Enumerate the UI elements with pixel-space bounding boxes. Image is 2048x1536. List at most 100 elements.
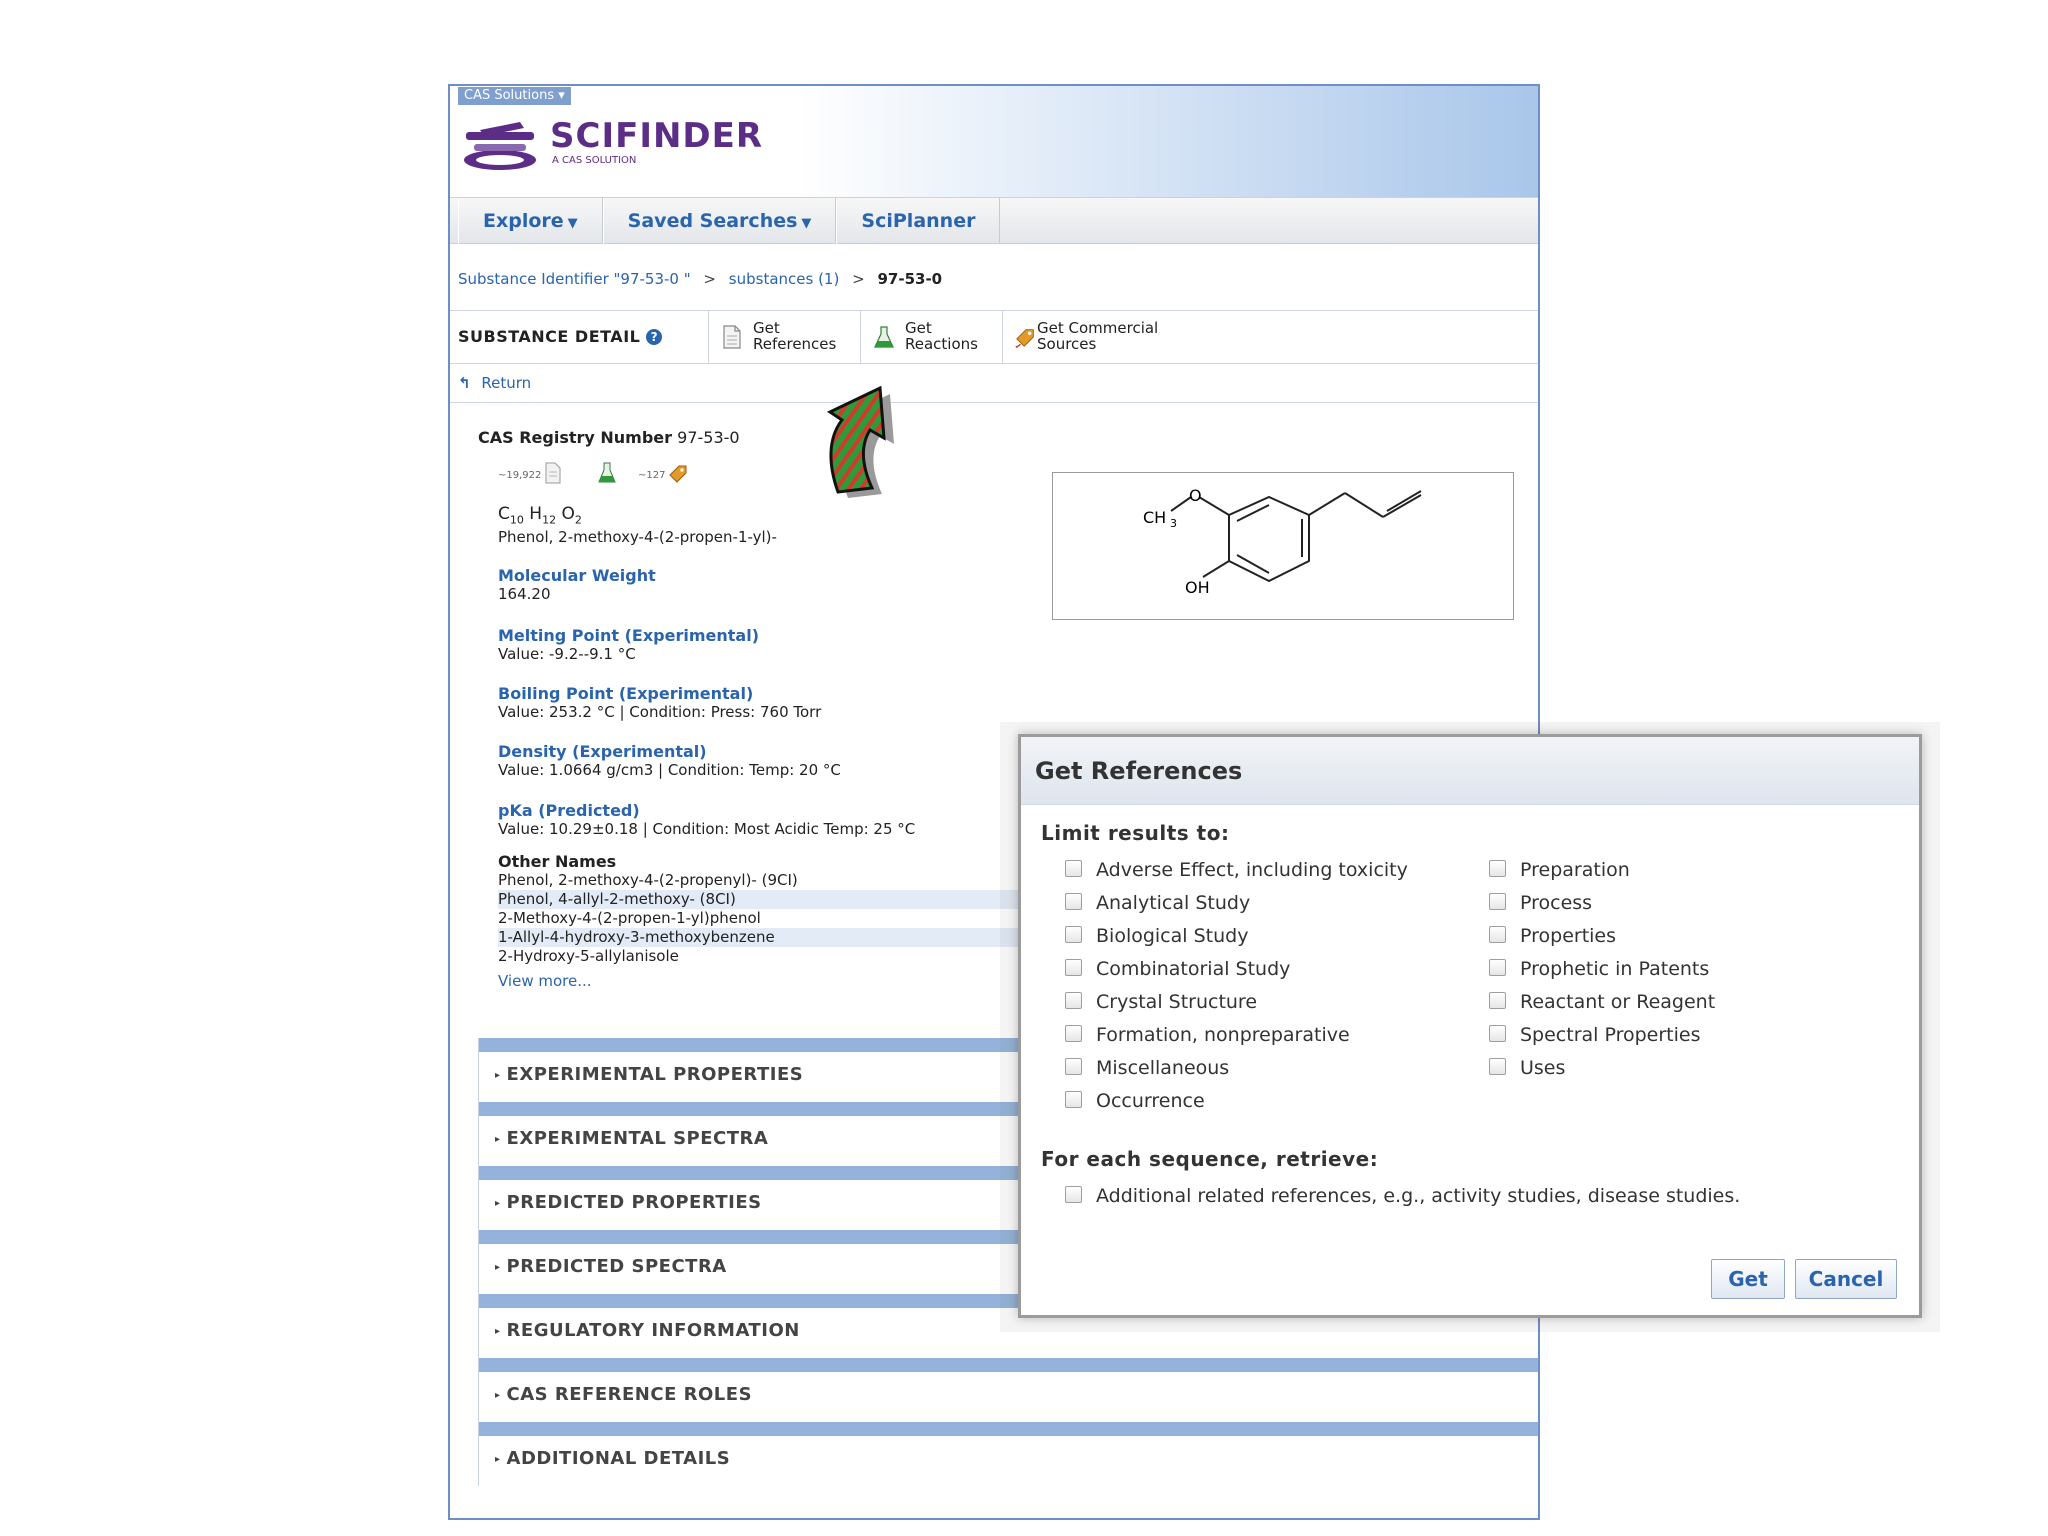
supplier-count: ~127 — [638, 470, 666, 481]
option-adverse-effect[interactable]: Adverse Effect, including toxicity — [1065, 859, 1408, 883]
option-analytical-study[interactable]: Analytical Study — [1065, 892, 1250, 916]
option-properties[interactable]: Properties — [1489, 925, 1616, 949]
references-document-icon[interactable] — [544, 462, 562, 484]
option-spectral-properties[interactable]: Spectral Properties — [1489, 1024, 1701, 1048]
checkbox[interactable] — [1489, 893, 1506, 910]
option-label: Properties — [1520, 925, 1617, 947]
checkbox[interactable] — [1065, 1186, 1082, 1203]
option-formation-nonpreparative[interactable]: Formation, nonpreparative — [1065, 1024, 1350, 1048]
checkbox[interactable] — [1065, 1058, 1082, 1075]
property-title[interactable]: Density (Experimental) — [498, 742, 841, 761]
reference-count: ~19,922 — [498, 470, 542, 481]
option-uses[interactable]: Uses — [1489, 1057, 1565, 1081]
option-prophetic-in-patents[interactable]: Prophetic in Patents — [1489, 958, 1709, 982]
option-label: Adverse Effect, including toxicity — [1096, 859, 1408, 881]
checkbox[interactable] — [1489, 860, 1506, 877]
section-bar — [479, 1422, 1538, 1436]
checkbox[interactable] — [1489, 926, 1506, 943]
bond-ring-oh — [1202, 560, 1230, 578]
section-label: ▸ PREDICTED PROPERTIES — [495, 1192, 762, 1213]
dialog-header: Get References — [1021, 737, 1919, 805]
section-additional-details[interactable]: ▸ ADDITIONAL DETAILS — [478, 1422, 1538, 1486]
formula-h-count: 12 — [542, 513, 557, 527]
option-combinatorial-study[interactable]: Combinatorial Study — [1065, 958, 1290, 982]
other-names: Other Names Phenol, 2-methoxy-4-(2-prope… — [498, 852, 1018, 991]
reactions-flask-icon[interactable] — [598, 462, 616, 484]
property-value: Value: 10.29±0.18 | Condition: Most Acid… — [498, 820, 916, 838]
checkbox[interactable] — [1065, 959, 1082, 976]
cas-registry-number: CAS Registry Number 97-53-0 — [478, 428, 740, 447]
option-label: Occurrence — [1096, 1090, 1205, 1112]
formula-o-count: 2 — [574, 513, 582, 527]
get-references-dialog: Get References Limit results to: Adverse… — [1018, 734, 1922, 1318]
checkbox[interactable] — [1489, 1025, 1506, 1042]
atom-ch-subscript: 3 — [1170, 517, 1177, 530]
option-miscellaneous[interactable]: Miscellaneous — [1065, 1057, 1229, 1081]
other-name-item: Phenol, 2-methoxy-4-(2-propenyl)- (9CI) — [498, 871, 798, 889]
checkbox[interactable] — [1065, 992, 1082, 1009]
section-title: REGULATORY INFORMATION — [506, 1320, 800, 1341]
option-biological-study[interactable]: Biological Study — [1065, 925, 1248, 949]
bond-o-ch3 — [1170, 496, 1192, 512]
checkbox[interactable] — [1065, 1091, 1082, 1108]
benzene-ring — [1228, 495, 1310, 583]
expand-triangle-icon: ▸ — [495, 1326, 501, 1337]
property-title[interactable]: pKa (Predicted) — [498, 801, 915, 820]
sequence-label: For each sequence, retrieve: — [1041, 1147, 1379, 1171]
option-reactant-or-reagent[interactable]: Reactant or Reagent — [1489, 991, 1715, 1015]
get-button[interactable]: Get — [1711, 1259, 1785, 1299]
formula-c-count: 10 — [509, 513, 524, 527]
checkbox[interactable] — [1489, 992, 1506, 1009]
expand-triangle-icon: ▸ — [495, 1134, 501, 1145]
other-name-item: 2-Hydroxy-5-allylanisole — [498, 947, 679, 965]
property-value: Value: 1.0664 g/cm3 | Condition: Temp: 2… — [498, 761, 841, 779]
expand-triangle-icon: ▸ — [495, 1390, 501, 1401]
option-label: Preparation — [1520, 859, 1630, 881]
expand-triangle-icon: ▸ — [495, 1454, 501, 1465]
property-title[interactable]: Melting Point (Experimental) — [498, 626, 759, 645]
option-preparation[interactable]: Preparation — [1489, 859, 1630, 883]
checkbox[interactable] — [1065, 860, 1082, 877]
property-molecular-weight: Molecular Weight 164.20 — [498, 566, 656, 604]
other-names-title: Other Names — [498, 852, 617, 871]
property-pka: pKa (Predicted) Value: 10.29±0.18 | Cond… — [498, 801, 915, 839]
checkbox[interactable] — [1489, 1058, 1506, 1075]
section-label: ▸ EXPERIMENTAL SPECTRA — [495, 1128, 768, 1149]
section-bar — [479, 1358, 1538, 1372]
other-name-item: 1-Allyl-4-hydroxy-3-methoxybenzene — [498, 928, 1018, 947]
chemical-structure[interactable]: O CH 3 OH — [1052, 472, 1514, 620]
property-title[interactable]: Boiling Point (Experimental) — [498, 684, 821, 703]
property-value: 164.20 — [498, 585, 551, 603]
property-value: Value: -9.2--9.1 °C — [498, 645, 636, 663]
section-title: PREDICTED SPECTRA — [506, 1256, 727, 1277]
checkbox[interactable] — [1065, 893, 1082, 910]
section-title: ADDITIONAL DETAILS — [506, 1448, 731, 1469]
section-cas-reference-roles[interactable]: ▸ CAS REFERENCE ROLES — [478, 1358, 1538, 1422]
structure-drawing: O CH 3 OH — [1143, 486, 1422, 597]
section-label: ▸ ADDITIONAL DETAILS — [495, 1448, 730, 1469]
formula-c: C — [498, 504, 510, 524]
limit-results-label: Limit results to: — [1041, 821, 1230, 845]
option-additional-related-references[interactable]: Additional related references, e.g., act… — [1065, 1185, 1740, 1209]
property-title[interactable]: Molecular Weight — [498, 566, 656, 585]
option-label: Spectral Properties — [1520, 1024, 1701, 1046]
option-occurrence[interactable]: Occurrence — [1065, 1090, 1205, 1114]
bond-ring-ch2 — [1308, 492, 1346, 516]
molecular-formula: C10 H12 O2 — [498, 504, 582, 526]
section-title: EXPERIMENTAL SPECTRA — [506, 1128, 769, 1149]
commercial-sources-tag-icon[interactable] — [668, 462, 690, 484]
property-value: Value: 253.2 °C | Condition: Press: 760 … — [498, 703, 822, 721]
cas-rn-label: CAS Registry Number — [478, 428, 673, 447]
option-crystal-structure[interactable]: Crystal Structure — [1065, 991, 1257, 1015]
section-label: ▸ EXPERIMENTAL PROPERTIES — [495, 1064, 803, 1085]
option-process[interactable]: Process — [1489, 892, 1592, 916]
checkbox[interactable] — [1489, 959, 1506, 976]
view-more-link[interactable]: View more... — [498, 972, 1018, 991]
other-name-item: 2-Methoxy-4-(2-propen-1-yl)phenol — [498, 909, 761, 927]
section-label: ▸ REGULATORY INFORMATION — [495, 1320, 800, 1341]
section-label: ▸ CAS REFERENCE ROLES — [495, 1384, 752, 1405]
checkbox[interactable] — [1065, 1025, 1082, 1042]
checkbox[interactable] — [1065, 926, 1082, 943]
dialog-title: Get References — [1035, 757, 1243, 785]
cancel-button[interactable]: Cancel — [1795, 1259, 1897, 1299]
